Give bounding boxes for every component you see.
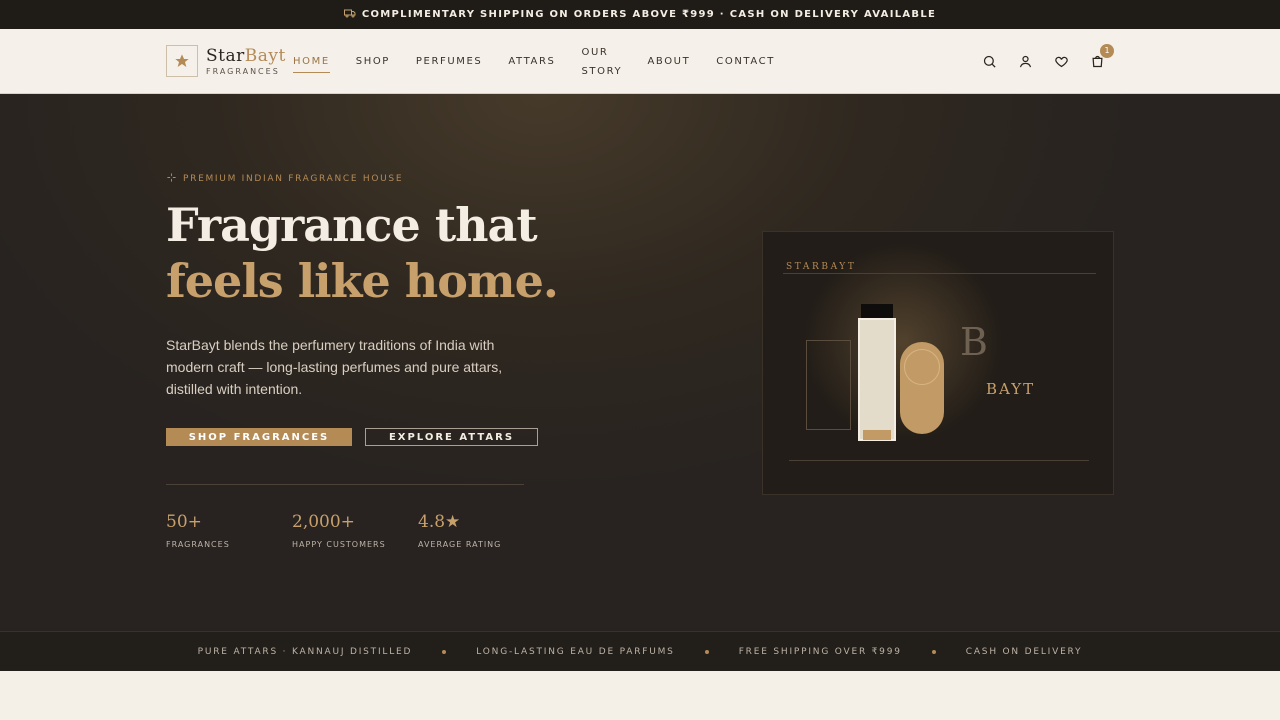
announcement-bar: COMPLIMENTARY SHIPPING ON ORDERS ABOVE ₹… [0, 0, 1280, 29]
brand-name: StarBayt [206, 45, 286, 66]
user-icon[interactable] [1016, 53, 1034, 71]
brand-tagline: FRAGRANCES [206, 66, 280, 76]
hero-description: StarBayt blends the perfumery traditions… [166, 337, 503, 397]
hero-headline-line1: Fragrance that [166, 198, 538, 252]
site-header: StarBayt FRAGRANCES HOME SHOP PERFUMES A… [0, 29, 1280, 94]
nav-home[interactable]: HOME [293, 56, 330, 73]
stat-fragrances: 50+ FRAGRANCES [166, 512, 230, 549]
strip-separator [442, 649, 447, 654]
main-nav: HOME SHOP PERFUMES ATTARS OUR STORY ABOU… [293, 29, 801, 94]
nav-attars[interactable]: ATTARS [508, 56, 555, 67]
heart-icon[interactable] [1052, 53, 1070, 71]
bottle-base-image [863, 430, 891, 440]
product-showcase-card: STARBAYT B BAYT [762, 231, 1114, 495]
cart-icon[interactable]: 1 [1088, 43, 1114, 71]
hero-section: PREMIUM INDIAN FRAGRANCE HOUSE Fragrance… [0, 94, 1280, 631]
truck-icon [343, 7, 356, 22]
next-section [0, 671, 1280, 720]
explore-attars-button[interactable]: EXPLORE ATTARS [365, 428, 538, 446]
nav-about[interactable]: ABOUT [647, 56, 690, 67]
nav-shop[interactable]: SHOP [356, 56, 390, 67]
hero-eyebrow: PREMIUM INDIAN FRAGRANCE HOUSE [166, 172, 403, 186]
strip-item: PURE ATTARS · KANNAUJ DISTILLED [197, 646, 413, 657]
attar-bottle-ring [904, 349, 940, 385]
search-icon[interactable] [980, 53, 998, 71]
nav-our-story[interactable]: OUR STORY [581, 43, 621, 81]
strip-item: CASH ON DELIVERY [965, 646, 1083, 657]
card-divider-bottom [789, 460, 1089, 461]
cart-count-badge: 1 [1100, 43, 1114, 58]
nav-contact[interactable]: CONTACT [716, 56, 775, 67]
card-letter: B [960, 320, 988, 364]
stat-customers: 2,000+ HAPPY CUSTOMERS [292, 512, 386, 549]
bottle-box-image [806, 340, 851, 430]
hero-headline-line2: feels like home. [166, 254, 559, 308]
sparkle-icon [166, 172, 177, 186]
strip-separator [931, 649, 936, 654]
hero-divider [166, 484, 524, 485]
nav-perfumes[interactable]: PERFUMES [416, 56, 482, 67]
card-brand-label: STARBAYT [786, 262, 857, 272]
stat-rating: 4.8★ AVERAGE RATING [418, 512, 502, 549]
strip-separator [704, 649, 709, 654]
announcement-text: COMPLIMENTARY SHIPPING ON ORDERS ABOVE ₹… [361, 9, 937, 20]
brand-logo[interactable]: StarBayt FRAGRANCES [166, 45, 286, 77]
shop-fragrances-button[interactable]: SHOP FRAGRANCES [166, 428, 352, 446]
strip-item: FREE SHIPPING OVER ₹999 [738, 646, 902, 657]
star-icon [166, 45, 198, 77]
strip-item: LONG-LASTING EAU DE PARFUMS [476, 646, 675, 657]
perfume-bottle-image [858, 318, 896, 441]
card-divider-top [783, 273, 1096, 274]
header-actions: 1 [980, 29, 1114, 94]
feature-strip: PURE ATTARS · KANNAUJ DISTILLED LONG-LAS… [0, 631, 1280, 671]
card-wordmark: BAYT [986, 380, 1036, 398]
